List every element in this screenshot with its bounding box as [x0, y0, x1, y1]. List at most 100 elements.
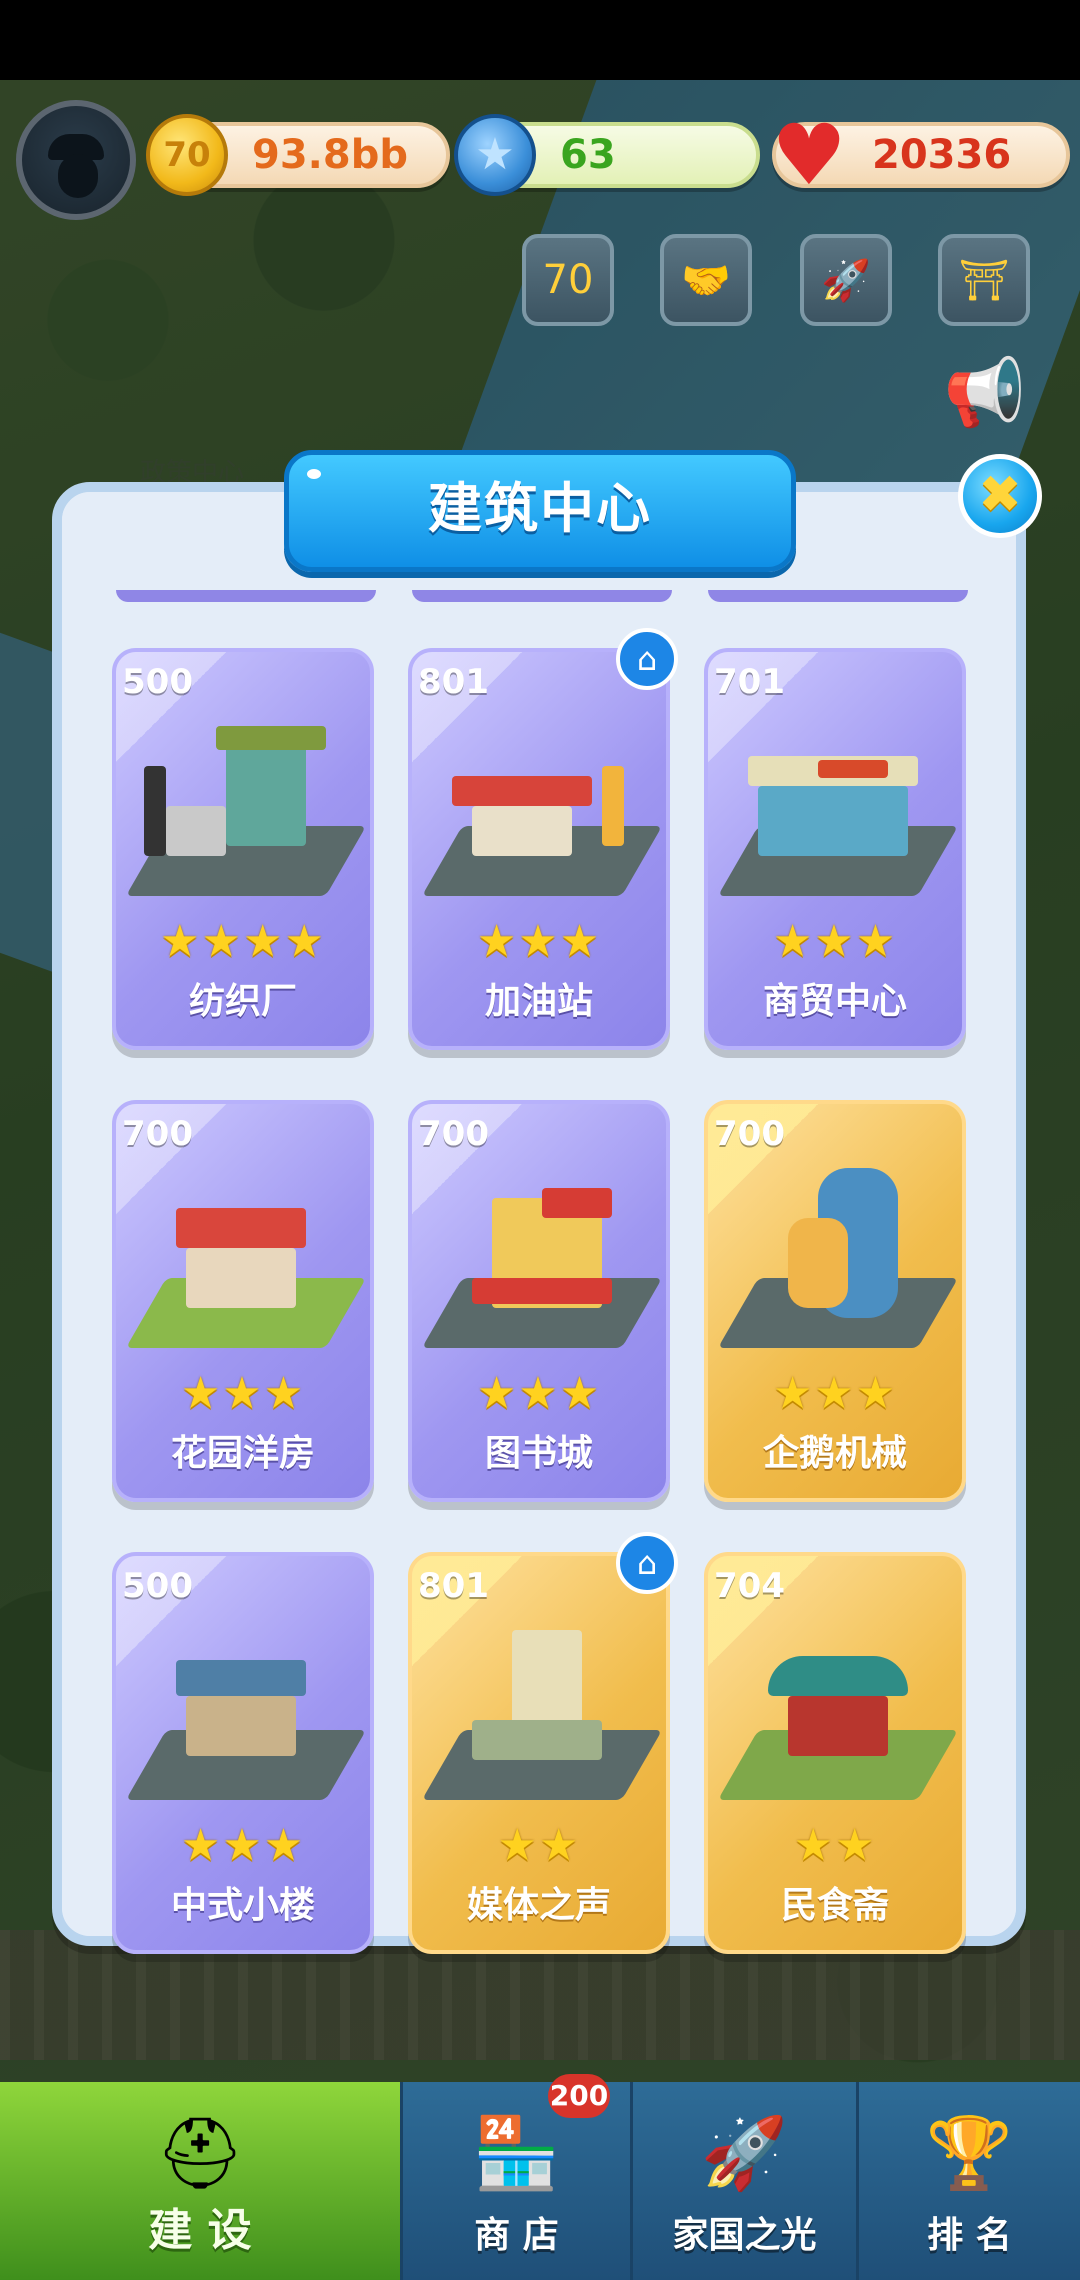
rocket-event-icon: 🚀	[821, 257, 871, 304]
media-voice-building-icon	[421, 1620, 663, 1810]
panel-title: 建筑中心	[428, 477, 652, 540]
star-rating: ★★	[793, 1820, 877, 1871]
star-counter[interactable]: ★ 63	[454, 114, 760, 196]
villa-roof	[176, 1208, 306, 1248]
building-card-book-city[interactable]: 700 ★★★ 图书城	[408, 1100, 670, 1502]
building-name: 纺织厂	[188, 981, 297, 1022]
pavilion-roof	[768, 1656, 908, 1696]
building-name: 媒体之声	[466, 1885, 611, 1926]
heart-value: 20336	[872, 132, 1012, 178]
star-rating: ★★★	[180, 1820, 306, 1871]
library-sign	[542, 1188, 612, 1218]
podium-icon: 🏆	[925, 2112, 1014, 2194]
nav-shop-label: 商 店	[474, 2215, 559, 2256]
annex-wall	[166, 806, 226, 856]
building-name: 企鹅机械	[762, 1433, 907, 1474]
previous-row-card-edge	[116, 590, 376, 602]
building-card-garden-villa[interactable]: 700 ★★★ 花园洋房	[112, 1100, 374, 1502]
trade-center-building-icon	[717, 716, 959, 906]
home-icon: ⌂	[616, 628, 678, 690]
tv-base-wall	[472, 1720, 602, 1760]
building-card-gas-station[interactable]: 801 ★★★ 加油站	[408, 648, 670, 1050]
chinese-house-building-icon	[125, 1620, 367, 1810]
building-name: 图书城	[484, 1433, 593, 1474]
event-70-button[interactable]: 70	[522, 234, 614, 326]
building-number: 700	[714, 1114, 785, 1154]
star-rating: ★★★	[180, 1368, 306, 1419]
sign-pillar	[144, 766, 166, 856]
star-rating: ★★★★	[160, 916, 326, 967]
home-icon: ⌂	[616, 1532, 678, 1594]
price-sign	[602, 766, 624, 846]
building-number: 801	[418, 662, 489, 702]
station-wall	[472, 806, 572, 856]
star-icon: ★	[454, 114, 536, 196]
library-awning	[472, 1278, 612, 1304]
heart-icon: ♥	[771, 106, 847, 204]
nav-glory[interactable]: 🚀 家国之光	[630, 2082, 856, 2280]
building-number: 801	[418, 1566, 489, 1606]
building-card-folk-food[interactable]: 704 ★★ 民食斋	[704, 1552, 966, 1954]
star-rating: ★★★	[772, 1368, 898, 1419]
pavilion-wall	[788, 1696, 888, 1756]
building-number: 700	[418, 1114, 489, 1154]
nav-build[interactable]: ⛑ 建 设	[0, 2082, 400, 2280]
star-rating: ★★★	[476, 1368, 602, 1419]
building-card-media-voice[interactable]: 801 ★★ 媒体之声	[408, 1552, 670, 1954]
silhouette-icon	[58, 154, 98, 198]
building-card-trade-center[interactable]: 701 ★★★ 商贸中心	[704, 648, 966, 1050]
house-roof	[176, 1660, 306, 1696]
building-number: 500	[122, 1566, 193, 1606]
status-bar	[0, 0, 1080, 80]
building-name: 花园洋房	[170, 1433, 315, 1474]
book-city-building-icon	[421, 1168, 663, 1358]
textile-factory-building-icon	[125, 716, 367, 906]
panel-title-banner: 建筑中心	[284, 450, 796, 572]
folk-food-building-icon	[717, 1620, 959, 1810]
penguin-machinery-building-icon	[717, 1168, 959, 1358]
coin-value: 93.8bb	[252, 132, 408, 178]
star-rating: ★★★	[772, 916, 898, 967]
rocket-icon: 🚀	[700, 2112, 789, 2194]
shop-icon: 🏪	[472, 2112, 561, 2194]
gas-station-building-icon	[421, 716, 663, 906]
star-rating: ★★★	[476, 916, 602, 967]
pagoda-icon: ⛩	[958, 257, 1010, 304]
star-value: 63	[560, 132, 616, 178]
close-button[interactable]: ✖	[958, 454, 1042, 538]
nav-rank[interactable]: 🏆 排 名	[856, 2082, 1080, 2280]
building-card-penguin-machinery[interactable]: 700 ★★★ 企鹅机械	[704, 1100, 966, 1502]
shop-badge: 200	[548, 2074, 610, 2118]
close-icon: ✖	[978, 465, 1022, 525]
building-number: 700	[122, 1114, 193, 1154]
mall-sign	[818, 760, 888, 778]
star-rating: ★★	[497, 1820, 581, 1871]
previous-row-card-edge	[412, 590, 672, 602]
building-card-chinese-house[interactable]: 500 ★★★ 中式小楼	[112, 1552, 374, 1954]
villa-wall	[186, 1248, 296, 1308]
building-number: 701	[714, 662, 785, 702]
building-card-textile-factory[interactable]: 500 ★★★★ 纺织厂	[112, 648, 374, 1050]
tower-roof	[216, 726, 326, 750]
previous-row-card-edge	[708, 590, 968, 602]
player-avatar[interactable]	[16, 100, 136, 220]
coin-icon: 70	[146, 114, 228, 196]
mall-wall	[758, 786, 908, 856]
tower-ring	[788, 1218, 848, 1308]
nav-build-label: 建 设	[148, 2205, 252, 2256]
hard-hat-icon: ⛑	[155, 2112, 245, 2194]
nav-glory-label: 家国之光	[672, 2215, 817, 2256]
heart-counter[interactable]: ♥ 20336	[771, 112, 1070, 198]
coin-counter[interactable]: 70 93.8bb	[146, 114, 450, 196]
event-handshake-button[interactable]: 🤝	[660, 234, 752, 326]
announcement-speaker-icon[interactable]: 📢	[940, 348, 1030, 438]
building-name: 民食斋	[780, 1885, 889, 1926]
building-name: 商贸中心	[762, 981, 907, 1022]
handshake-icon: 🤝	[681, 257, 731, 304]
building-name: 加油站	[484, 981, 593, 1022]
event-rocket-button[interactable]: 🚀	[800, 234, 892, 326]
building-name: 中式小楼	[170, 1885, 315, 1926]
tower-wall	[226, 736, 306, 846]
70-anniversary-icon: 70	[542, 257, 594, 303]
event-pagoda-button[interactable]: ⛩	[938, 234, 1030, 326]
